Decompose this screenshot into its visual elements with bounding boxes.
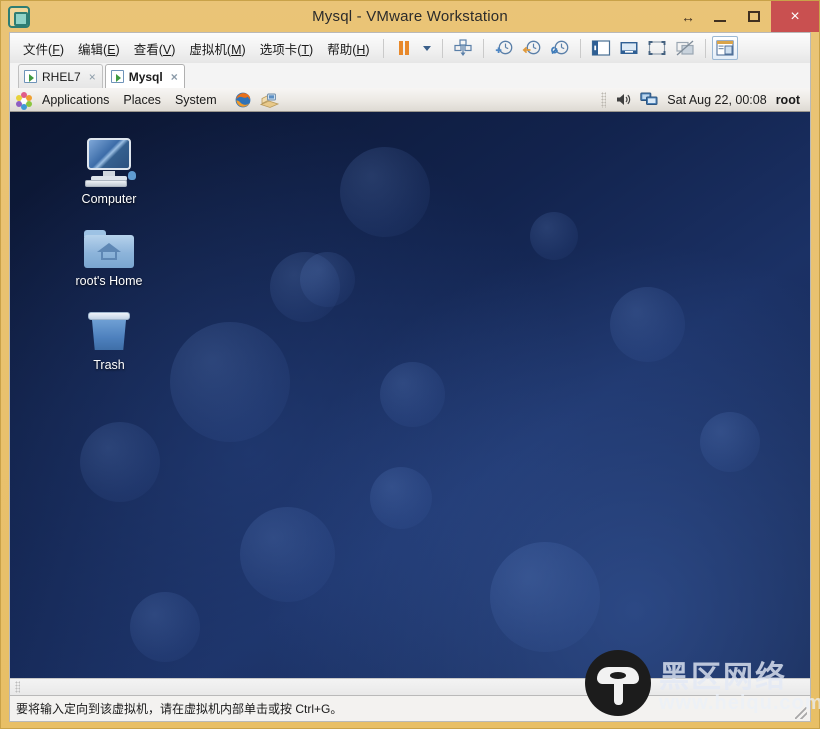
vm-play-icon [24, 70, 37, 83]
vm-play-icon [110, 70, 124, 83]
tab-mysql[interactable]: Mysql × [104, 64, 185, 88]
wallpaper-bokeh [240, 507, 335, 602]
tab-close-icon[interactable]: × [89, 70, 96, 84]
help-launcher[interactable] [259, 92, 279, 108]
wallpaper-bokeh [380, 362, 445, 427]
firefox-icon [235, 92, 251, 107]
clock-wrench-icon [550, 40, 568, 55]
fedora-flower-icon [16, 91, 32, 110]
vmware-workstation-window: Mysql - VMware Workstation ↔ × 文件(F) 编辑(… [0, 0, 820, 729]
menu-edit[interactable]: 编辑(E) [71, 36, 127, 61]
panel-user-menu[interactable]: root [776, 93, 800, 107]
toolbar-separator [579, 38, 581, 58]
clock-plus-icon [495, 40, 512, 55]
wallpaper-bokeh [300, 252, 355, 307]
menu-view[interactable]: 查看(V) [127, 36, 183, 61]
panel-clock[interactable]: Sat Aug 22, 00:08 [667, 93, 766, 107]
menu-help[interactable]: 帮助(H) [320, 36, 376, 61]
snapshot-manager-button[interactable] [546, 36, 574, 60]
menu-vm[interactable]: 虚拟机(M) [182, 36, 252, 61]
toolbar-separator [382, 38, 384, 58]
status-bar: 要将输入定向到该虚拟机，请在虚拟机内部单击或按 Ctrl+G。 [9, 696, 811, 722]
sidebar-panel-icon [591, 40, 610, 56]
wallpaper-bokeh [490, 542, 600, 652]
vm-bottom-strip [10, 678, 810, 695]
close-button[interactable]: × [771, 1, 819, 32]
speaker-icon [617, 94, 631, 105]
menu-toolbar-strip: 文件(F) 编辑(E) 查看(V) 虚拟机(M) 选项卡(T) 帮助(H) [9, 32, 811, 63]
desktop-icon-label: Computer [81, 192, 137, 206]
desktop-icon-trash[interactable]: Trash [61, 302, 157, 372]
take-snapshot-button[interactable] [490, 36, 518, 60]
pause-icon [398, 41, 410, 55]
toolbar-separator [441, 38, 443, 58]
computer-icon [61, 136, 157, 188]
menu-file[interactable]: 文件(F) [16, 36, 71, 61]
menu-tabs[interactable]: 选项卡(T) [253, 36, 321, 61]
console-view-icon [620, 42, 638, 54]
guest-desktop[interactable]: Computer root's Home Trash [10, 112, 810, 678]
wallpaper-bokeh [80, 422, 160, 502]
show-thumbnails-button[interactable] [711, 36, 738, 60]
desktop-icon-label: Trash [93, 358, 125, 372]
tab-label: RHEL7 [42, 69, 81, 84]
vm-console-area[interactable]: Applications Places System Sat Aug 22, 0… [9, 88, 811, 696]
gnome-top-panel: Applications Places System Sat Aug 22, 0… [10, 88, 810, 112]
network-icon[interactable] [640, 92, 658, 107]
maximize-button[interactable] [737, 1, 771, 32]
power-dropdown-button[interactable] [418, 36, 436, 60]
panel-menu-system[interactable]: System [168, 93, 224, 107]
firefox-launcher[interactable] [234, 91, 252, 109]
unity-disabled-icon [675, 40, 694, 56]
panel-menu-places[interactable]: Places [116, 93, 168, 107]
network-monitor-icon [640, 92, 658, 105]
wallpaper-bokeh [370, 467, 432, 529]
wallpaper-bokeh [530, 212, 578, 260]
volume-icon[interactable] [615, 92, 631, 107]
tab-close-icon[interactable]: × [171, 70, 178, 84]
console-view-button[interactable] [615, 36, 643, 60]
send-keys-icon [453, 39, 472, 56]
wallpaper-bokeh [610, 287, 685, 362]
fullscreen-icon [648, 41, 666, 55]
thumbnail-bar-icon [716, 40, 734, 56]
maximize-icon [748, 11, 760, 22]
panel-grip-handle[interactable] [601, 91, 607, 108]
toolbar-separator [704, 38, 706, 58]
restore-arrows-icon[interactable]: ↔ [673, 1, 703, 32]
wallpaper-bokeh [130, 592, 200, 662]
desktop-icon-label: root's Home [75, 274, 143, 288]
unity-mode-button[interactable] [671, 36, 699, 60]
status-message: 要将输入定向到该虚拟机，请在虚拟机内部单击或按 Ctrl+G。 [16, 702, 343, 716]
desktop-icon-computer[interactable]: Computer [61, 136, 157, 206]
minimize-icon [714, 19, 726, 22]
clock-back-icon [522, 40, 540, 55]
home-folder-icon [61, 218, 157, 270]
wallpaper-bokeh [340, 147, 430, 237]
window-controls: ↔ × [673, 1, 819, 32]
wallpaper-bokeh [700, 412, 760, 472]
chevron-down-icon [422, 45, 431, 51]
send-ctrl-alt-del-button[interactable] [449, 36, 477, 60]
toolbar-separator [482, 38, 484, 58]
fullscreen-button[interactable] [643, 36, 671, 60]
trash-icon [61, 302, 157, 354]
vmware-logo-icon [8, 5, 30, 28]
help-book-icon [259, 93, 279, 108]
panel-grip-handle[interactable] [15, 681, 20, 693]
desktop-icon-home[interactable]: root's Home [61, 218, 157, 288]
panel-tray: Sat Aug 22, 00:08 root [601, 91, 804, 108]
minimize-button[interactable] [703, 1, 737, 32]
resize-grip[interactable] [795, 707, 807, 719]
window-titlebar: Mysql - VMware Workstation ↔ × [1, 1, 819, 32]
tab-label: Mysql [128, 69, 163, 84]
revert-snapshot-button[interactable] [518, 36, 546, 60]
panel-menu-applications[interactable]: Applications [35, 93, 116, 107]
show-library-button[interactable] [587, 36, 615, 60]
vm-tab-bar: RHEL7 × Mysql × [9, 63, 811, 88]
tab-rhel7[interactable]: RHEL7 × [18, 64, 103, 88]
wallpaper-bokeh [170, 322, 290, 442]
suspend-button[interactable] [390, 36, 418, 60]
